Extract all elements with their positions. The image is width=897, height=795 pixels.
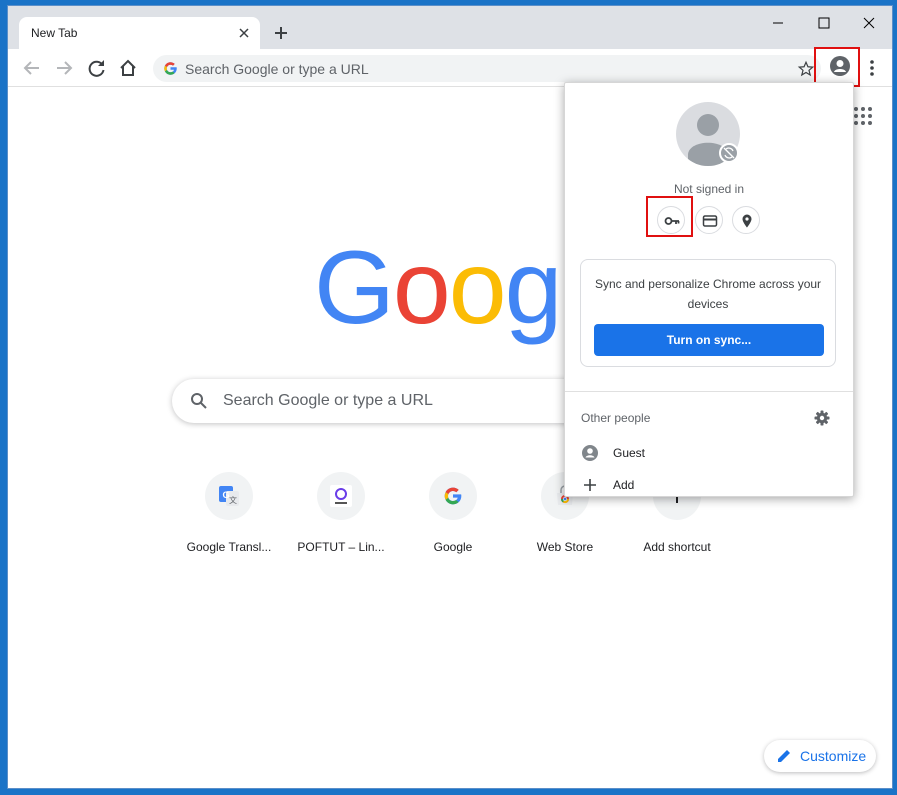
sync-paused-icon xyxy=(719,143,739,163)
pencil-icon xyxy=(778,750,790,762)
chrome-menu-icon[interactable] xyxy=(864,58,880,78)
shortcut-label: POFTUT – Lin... xyxy=(297,540,385,554)
menu-divider xyxy=(565,391,853,392)
shortcut-label: Google Transl... xyxy=(186,540,272,554)
sign-in-status: Not signed in xyxy=(673,182,745,196)
shortcut-tile[interactable]: POFTUT – Lin... xyxy=(285,472,397,572)
guest-profile-item[interactable]: Guest xyxy=(581,442,831,466)
google-g-icon xyxy=(164,62,177,75)
tab-title: New Tab xyxy=(31,26,78,40)
tab-new-tab[interactable]: New Tab xyxy=(19,17,260,50)
customize-label: Customize xyxy=(800,748,867,764)
new-tab-plus-icon[interactable] xyxy=(270,22,292,44)
close-tab-icon[interactable] xyxy=(236,25,252,41)
ntp-search-placeholder: Search Google or type a URL xyxy=(223,392,433,409)
payment-methods-button[interactable] xyxy=(695,206,723,234)
close-window-icon[interactable] xyxy=(854,14,884,32)
credit-card-icon xyxy=(702,215,718,227)
google-translate-icon: G 文 xyxy=(219,486,239,506)
passwords-button-highlight xyxy=(646,196,693,237)
shortcut-icon-circle: G 文 xyxy=(205,472,253,520)
chrome-window: New Tab Search Google or type a URL Goog… xyxy=(8,6,892,788)
other-people-heading: Other people xyxy=(581,411,651,425)
sync-promo-card: Sync and personalize Chrome across your … xyxy=(580,259,836,367)
search-icon xyxy=(191,393,207,409)
profile-menu: Not signed in Sync and personalize Chrom… xyxy=(564,82,854,497)
forward-icon[interactable] xyxy=(53,57,75,79)
shortcut-tile[interactable]: G 文 Google Transl... xyxy=(173,472,285,572)
title-bar: New Tab xyxy=(8,6,892,50)
guest-avatar-icon xyxy=(582,445,598,461)
svg-text:文: 文 xyxy=(229,495,237,505)
location-pin-icon xyxy=(742,214,752,228)
logo-letter: G xyxy=(314,230,395,346)
reload-icon[interactable] xyxy=(86,57,108,79)
addresses-button[interactable] xyxy=(732,206,760,234)
logo-letter: g xyxy=(504,230,563,346)
logo-letter: o xyxy=(392,230,451,346)
shortcut-icon-circle xyxy=(429,472,477,520)
logo-letter: o xyxy=(448,230,507,346)
minimize-icon[interactable] xyxy=(763,14,793,32)
plus-icon xyxy=(584,479,596,491)
shortcut-label: Add shortcut xyxy=(643,540,711,554)
add-person-item[interactable]: Add xyxy=(581,474,831,498)
add-label: Add xyxy=(613,478,635,492)
guest-label: Guest xyxy=(613,446,646,460)
turn-on-sync-button[interactable]: Turn on sync... xyxy=(594,324,824,356)
poftut-icon xyxy=(330,485,352,507)
bookmark-star-icon[interactable] xyxy=(797,60,815,78)
home-icon[interactable] xyxy=(117,57,139,79)
profile-button-highlight xyxy=(814,47,860,87)
gear-icon[interactable] xyxy=(814,410,830,426)
omnibox-placeholder: Search Google or type a URL xyxy=(185,61,369,77)
back-icon[interactable] xyxy=(21,57,43,79)
sync-promo-text: Sync and personalize Chrome across your … xyxy=(594,277,822,311)
shortcut-label: Google xyxy=(433,540,473,554)
shortcut-icon-circle xyxy=(317,472,365,520)
shortcut-label: Web Store xyxy=(536,540,594,554)
shortcut-tile[interactable]: Google xyxy=(397,472,509,572)
google-apps-icon[interactable] xyxy=(853,106,873,126)
google-g-icon xyxy=(444,487,462,505)
omnibox[interactable]: Search Google or type a URL xyxy=(153,55,821,82)
maximize-icon[interactable] xyxy=(809,14,839,32)
customize-button[interactable]: Customize xyxy=(764,740,876,772)
